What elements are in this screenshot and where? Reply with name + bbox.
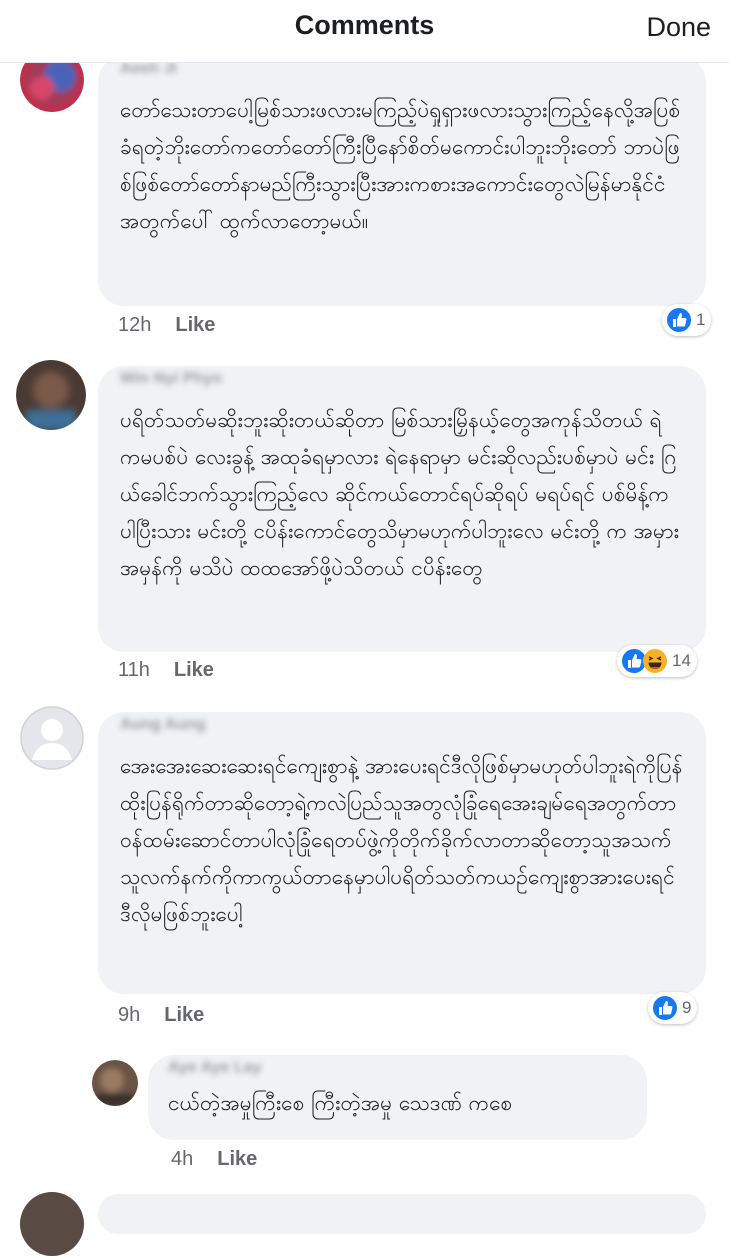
like-icon — [653, 996, 677, 1020]
comment-meta: 11h Like — [118, 659, 214, 682]
comment-time[interactable]: 4h — [171, 1148, 193, 1170]
comment-bubble — [98, 1194, 706, 1234]
haha-icon — [643, 649, 667, 673]
like-button[interactable]: Like — [164, 1004, 204, 1026]
comment-text: အေးအေးဆေးဆေးရင်ကျေးစွာနဲ့ အားပေးရင်ဒီလို… — [120, 754, 683, 926]
reaction-count: 14 — [672, 651, 691, 670]
comment-bubble: Aung Aung အေးအေးဆေးဆေးရင်ကျေးစွာနဲ့ အားပ… — [98, 712, 706, 994]
like-button[interactable]: Like — [174, 659, 214, 681]
comment-author[interactable]: Aeeh Ji — [120, 60, 684, 88]
like-button[interactable]: Like — [217, 1148, 257, 1170]
comment-text: ပရိတ်သတ်မဆိုးဘူးဆိုးတယ်ဆိုတာ မြစ်သားမြှိ… — [120, 408, 679, 580]
avatar[interactable] — [92, 1060, 138, 1106]
comment-bubble: Win Nyi Phyo ပရိတ်သတ်မဆိုးဘူးဆိုးတယ်ဆိုတ… — [98, 366, 706, 652]
comment-text: ငယ်တဲ့အမှုကြီးစေ ကြီးတဲ့အမှု သေဒဏ် ကစေ — [168, 1091, 513, 1115]
page-title: Comments — [294, 10, 435, 40]
comment-bubble: Aeeh Ji တော်သေးတာပေါ့မြစ်သားဖလားမကြည့်ပဲ… — [98, 56, 706, 306]
done-button[interactable]: Done — [646, 12, 711, 43]
reaction-summary[interactable]: 14 — [617, 645, 697, 677]
comment-time[interactable]: 12h — [118, 314, 151, 336]
comment-meta: 12h Like — [118, 314, 215, 337]
comment-meta: 9h Like — [118, 1004, 204, 1027]
comment-author[interactable]: Win Nyi Phyo — [120, 370, 684, 398]
comment-author[interactable]: Aung Aung — [120, 716, 684, 744]
top-bar: Comments Done — [0, 0, 729, 63]
reaction-summary[interactable]: 9 — [648, 992, 698, 1024]
avatar[interactable] — [20, 706, 84, 770]
reaction-count: 1 — [696, 310, 706, 329]
comment-time[interactable]: 11h — [118, 659, 150, 681]
avatar[interactable] — [20, 1192, 84, 1256]
comment-meta: 4h Like — [171, 1148, 257, 1171]
avatar[interactable] — [16, 360, 86, 430]
like-button[interactable]: Like — [175, 314, 215, 336]
reaction-summary[interactable]: 1 — [662, 304, 712, 336]
like-icon — [667, 308, 691, 332]
comment-text: တော်သေးတာပေါ့မြစ်သားဖလားမကြည့်ပဲရှုရှားဖ… — [120, 98, 681, 233]
reaction-count: 9 — [682, 998, 692, 1017]
comment-author[interactable]: Aye Aye Lay — [168, 1059, 627, 1081]
reply-bubble: Aye Aye Lay ငယ်တဲ့အမှုကြီးစေ ကြီးတဲ့အမှု… — [148, 1055, 647, 1140]
comment-time[interactable]: 9h — [118, 1004, 140, 1026]
